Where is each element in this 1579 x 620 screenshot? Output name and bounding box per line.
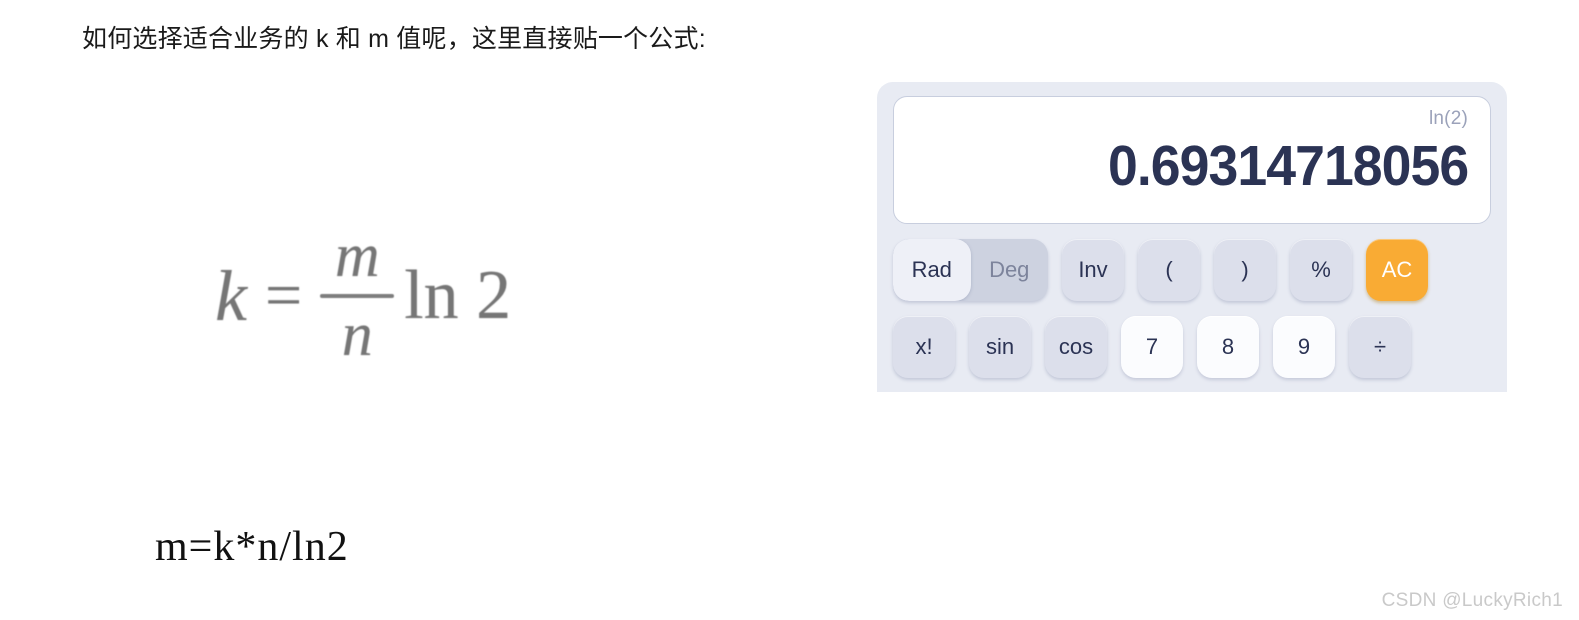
- article-intro-text: 如何选择适合业务的 k 和 m 值呢，这里直接贴一个公式:: [82, 25, 706, 53]
- inv-key[interactable]: Inv: [1062, 239, 1124, 301]
- formula-fraction-bar: [320, 294, 395, 299]
- digit-9-key[interactable]: 9: [1273, 316, 1335, 378]
- formula-expression: k = m n ln 2: [215, 222, 512, 370]
- factorial-key[interactable]: x!: [893, 316, 955, 378]
- calculator-key-row-2: x! sin cos 7 8 9 ÷: [893, 316, 1491, 378]
- csdn-watermark: CSDN @LuckyRich1: [1381, 590, 1563, 611]
- calculator-expression: ln(2): [1428, 108, 1468, 129]
- formula-equals-sign: =: [264, 259, 303, 333]
- percent-key[interactable]: %: [1290, 239, 1352, 301]
- formula-fraction-denominator: n: [341, 301, 373, 370]
- formula-log-term: ln 2: [404, 257, 512, 335]
- calculator-key-row-1: Rad Deg Inv ( ) % AC: [893, 239, 1491, 301]
- angle-mode-rad[interactable]: Rad: [893, 239, 971, 301]
- sine-key[interactable]: sin: [969, 316, 1031, 378]
- digit-7-key[interactable]: 7: [1121, 316, 1183, 378]
- formula-fraction: m n: [320, 222, 395, 370]
- divide-key[interactable]: ÷: [1349, 316, 1411, 378]
- open-paren-key[interactable]: (: [1138, 239, 1200, 301]
- calculator-display: ln(2) 0.69314718056: [893, 96, 1491, 224]
- angle-mode-toggle[interactable]: Rad Deg: [893, 239, 1048, 301]
- plain-text-formula: m=k*n/ln2: [155, 524, 349, 570]
- angle-mode-deg[interactable]: Deg: [971, 239, 1049, 301]
- formula-fraction-numerator: m: [334, 222, 380, 290]
- formula-figure: k = m n ln 2: [215, 170, 595, 420]
- all-clear-key[interactable]: AC: [1366, 239, 1428, 301]
- cosine-key[interactable]: cos: [1045, 316, 1107, 378]
- formula-lhs-variable: k: [215, 256, 247, 337]
- close-paren-key[interactable]: ): [1214, 239, 1276, 301]
- digit-8-key[interactable]: 8: [1197, 316, 1259, 378]
- calculator-result: 0.69314718056: [1107, 134, 1469, 198]
- calculator-widget: ln(2) 0.69314718056 Rad Deg Inv ( ) % AC…: [877, 82, 1507, 392]
